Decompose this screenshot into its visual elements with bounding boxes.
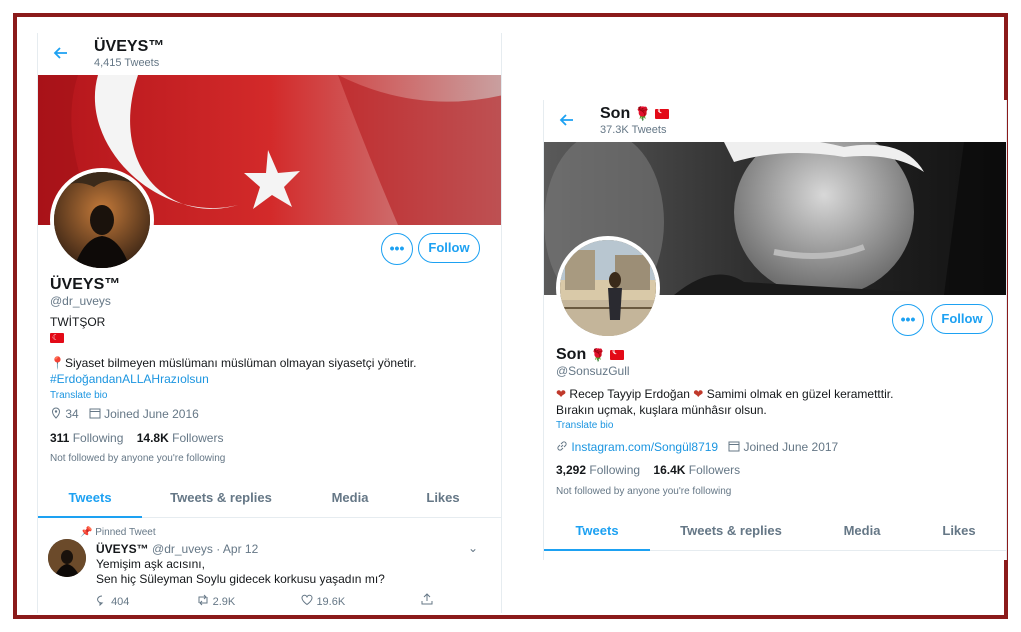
pin-tweet-icon: 📌 <box>80 527 93 538</box>
reply-icon <box>96 594 108 611</box>
active-tab-indicator <box>544 549 650 551</box>
profile-handle: @dr_uveys <box>50 294 111 308</box>
profile-panel-uveys: ÜVEYS™ 4,415 Tweets ••• Follow ÜVEYS™ @d… <box>37 33 502 613</box>
profile-panel-son: Son 🌹 37.3K Tweets <box>543 100 1007 560</box>
translate-bio-link[interactable]: Translate bio <box>50 388 107 404</box>
location-text: 34 <box>65 407 79 421</box>
bio-line-2: Bırakın uçmak, kuşlara münhâsır olsun. <box>556 403 767 417</box>
header-tweet-count: 37.3K Tweets <box>600 124 667 136</box>
tweet-author[interactable]: ÜVEYS™ <box>96 542 149 556</box>
avatar[interactable] <box>50 168 154 272</box>
back-arrow-icon[interactable] <box>53 45 69 61</box>
share-icon[interactable] <box>421 593 433 608</box>
heart-icon <box>301 594 313 611</box>
profile-name: Son 🌹 <box>556 346 625 364</box>
chevron-down-icon[interactable]: ⌄ <box>468 541 478 555</box>
pin-icon: 📍 <box>50 356 65 370</box>
profile-tabs: Tweets Tweets & replies Media Likes <box>38 478 501 518</box>
tab-tweets[interactable]: Tweets <box>38 490 142 505</box>
calendar-icon <box>89 407 101 423</box>
tweet-avatar[interactable] <box>48 539 86 577</box>
reply-action[interactable]: 404 <box>96 594 129 611</box>
joined-text: Joined June 2016 <box>104 407 199 421</box>
location-icon <box>50 407 62 423</box>
not-followed-note: Not followed by anyone you're following <box>50 453 226 464</box>
bio-line-1: TWİTŞOR <box>50 315 106 329</box>
profile-header: Son 🌹 37.3K Tweets <box>544 100 1006 142</box>
follow-button[interactable]: Follow <box>418 233 480 263</box>
pinned-label: 📌 Pinned Tweet <box>80 527 156 538</box>
heart-emoji-icon: ❤ <box>556 387 567 401</box>
joined-text: Joined June 2017 <box>743 440 839 454</box>
more-options-button[interactable]: ••• <box>381 233 413 265</box>
followers-link[interactable]: 14.8K Followers <box>137 431 224 445</box>
tweet-actions: 404 2.9K 19.6K <box>96 593 433 611</box>
followers-link[interactable]: 16.4K Followers <box>653 463 740 477</box>
tab-tweets-replies[interactable]: Tweets & replies <box>666 523 796 538</box>
active-tab-indicator <box>38 516 142 518</box>
more-options-button[interactable]: ••• <box>892 304 924 336</box>
link-icon <box>556 440 568 456</box>
tab-tweets-replies[interactable]: Tweets & replies <box>156 490 286 505</box>
retweet-icon <box>196 594 210 611</box>
profile-meta: Instagram.com/Songül8719 Joined June 201… <box>556 439 838 456</box>
header-tweet-count: 4,415 Tweets <box>94 57 160 69</box>
tweet-text-line-1: Yemişim aşk acısını, <box>96 557 205 571</box>
header-name: ÜVEYS™ <box>94 38 165 55</box>
turkey-flag-icon <box>50 330 64 346</box>
like-action[interactable]: 19.6K <box>301 594 345 611</box>
tweet-text-line-2: Sen hiç Süleyman Soylu gidecek korkusu y… <box>96 572 385 586</box>
tweet-author-line: ÜVEYS™ @dr_uveys · Apr 12 <box>96 541 258 557</box>
back-arrow-icon[interactable] <box>559 112 575 128</box>
tab-tweets[interactable]: Tweets <box>544 523 650 538</box>
retweet-action[interactable]: 2.9K <box>196 594 235 611</box>
profile-website-link[interactable]: Instagram.com/Songül8719 <box>571 440 718 454</box>
profile-meta: 34 Joined June 2016 <box>50 406 199 423</box>
not-followed-note: Not followed by anyone you're following <box>556 486 732 497</box>
heart-emoji-icon: ❤ <box>693 387 704 401</box>
tab-media[interactable]: Media <box>310 490 390 505</box>
avatar[interactable] <box>556 236 660 340</box>
follow-button[interactable]: Follow <box>931 304 993 334</box>
profile-name: ÜVEYS™ <box>50 276 121 293</box>
tab-likes[interactable]: Likes <box>924 523 994 538</box>
following-link[interactable]: 311 Following <box>50 431 123 445</box>
rose-icon: 🌹 <box>634 106 651 121</box>
profile-handle: @SonsuzGull <box>556 364 630 378</box>
tab-likes[interactable]: Likes <box>408 490 478 505</box>
profile-tabs: Tweets Tweets & replies Media Likes <box>544 511 1006 551</box>
calendar-icon <box>728 440 740 456</box>
follow-stats: 311 Following 14.8K Followers <box>50 430 223 446</box>
bio-flag-line <box>50 329 64 346</box>
tweet-handle-date: @dr_uveys · Apr 12 <box>152 542 259 556</box>
tab-media[interactable]: Media <box>822 523 902 538</box>
bio-hashtag-link[interactable]: #ErdoğandanALLAHrazıolsun <box>50 371 209 387</box>
following-link[interactable]: 3,292 Following <box>556 463 640 477</box>
header-name: Son 🌹 <box>600 105 670 123</box>
bio-line-1: ❤ Recep Tayyip Erdoğan ❤ Samimi olmak en… <box>556 387 894 401</box>
bio-line-2: 📍Siyaset bilmeyen müslümanı müslüman olm… <box>50 356 417 370</box>
turkey-flag-icon <box>655 106 670 119</box>
turkey-flag-icon <box>610 347 625 360</box>
follow-stats: 3,292 Following 16.4K Followers <box>556 462 740 478</box>
rose-icon: 🌹 <box>590 348 606 362</box>
profile-header: ÜVEYS™ 4,415 Tweets <box>38 33 501 75</box>
translate-bio-link[interactable]: Translate bio <box>556 418 613 434</box>
